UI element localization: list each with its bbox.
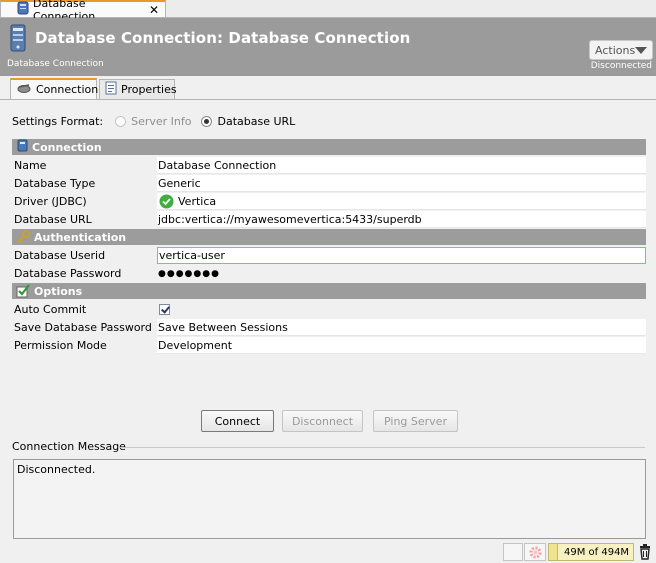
name-label: Name xyxy=(14,159,47,172)
connection-message-box[interactable]: Disconnected. xyxy=(13,459,646,539)
memory-indicator[interactable]: 49M of 494M xyxy=(548,543,634,561)
auto-commit-checkbox[interactable] xyxy=(159,304,170,315)
permission-mode-select[interactable]: Development xyxy=(157,337,646,354)
actions-dropdown[interactable]: Actions xyxy=(589,40,653,60)
save-password-value: Save Between Sessions xyxy=(158,320,288,334)
memory-bar xyxy=(549,544,558,560)
auto-commit-row xyxy=(157,301,646,318)
options-section-title: Options xyxy=(34,284,83,298)
permission-mode-value: Development xyxy=(158,338,233,352)
connection-status: Disconnected xyxy=(590,61,652,71)
check-circle-icon xyxy=(159,194,174,209)
authentication-section-header: Authentication xyxy=(12,229,646,245)
driver-field[interactable]: Vertica xyxy=(157,193,646,210)
save-password-select[interactable]: Save Between Sessions xyxy=(157,319,646,336)
userid-label: Database Userid xyxy=(14,249,106,262)
auto-commit-label: Auto Commit xyxy=(14,303,87,316)
properties-icon xyxy=(105,81,117,98)
connection-message-text: Disconnected. xyxy=(17,463,96,476)
status-indicator xyxy=(503,543,523,561)
server-info-label: Server Info xyxy=(131,115,192,128)
database-type-label: Database Type xyxy=(14,177,96,190)
divider xyxy=(118,447,645,448)
settings-format-row: Settings Format: Server Info Database UR… xyxy=(12,115,295,128)
actions-label: Actions xyxy=(595,43,636,57)
database-url-radio[interactable] xyxy=(201,116,213,127)
chevron-down-icon xyxy=(635,46,648,54)
ping-server-button[interactable]: Ping Server xyxy=(373,410,458,432)
name-value: Database Connection xyxy=(158,158,277,172)
connection-message-title: Connection Message xyxy=(12,440,126,453)
memory-text: 49M of 494M xyxy=(564,546,630,558)
disconnect-button[interactable]: Disconnect xyxy=(282,410,363,432)
trash-icon[interactable] xyxy=(638,544,652,563)
database-type-field[interactable]: Generic xyxy=(157,175,646,192)
tab-properties-label: Properties xyxy=(121,83,177,96)
connection-icon xyxy=(16,82,32,97)
settings-format-label: Settings Format: xyxy=(12,115,104,128)
database-icon xyxy=(17,139,28,155)
userid-value: vertica-user xyxy=(159,249,225,262)
database-url-field[interactable]: jdbc:vertica://myawesomevertica:5433/sup… xyxy=(157,211,646,228)
save-password-label: Save Database Password xyxy=(14,321,152,334)
header-subtitle: Database Connection xyxy=(7,59,104,69)
password-input[interactable]: ●●●●●●● xyxy=(157,265,646,282)
page-title: Database Connection: Database Connection xyxy=(35,29,411,47)
tab-connection[interactable]: Connection xyxy=(10,78,99,99)
status-gear[interactable] xyxy=(524,543,546,561)
database-type-value: Generic xyxy=(158,176,201,190)
name-field[interactable]: Database Connection xyxy=(157,157,646,174)
driver-label: Driver (JDBC) xyxy=(14,195,87,208)
gear-icon xyxy=(528,545,543,563)
userid-input[interactable]: vertica-user xyxy=(157,247,646,264)
key-icon xyxy=(16,230,30,244)
database-server-icon xyxy=(8,24,28,55)
connect-button[interactable]: Connect xyxy=(201,410,274,432)
options-section-header: Options xyxy=(12,283,646,299)
database-icon xyxy=(17,1,29,18)
authentication-section-title: Authentication xyxy=(34,230,127,244)
tab-properties[interactable]: Properties xyxy=(99,79,177,99)
connection-section-header: Connection xyxy=(12,139,646,155)
document-tab[interactable]: Database Connection ✕ xyxy=(0,0,166,23)
password-value: ●●●●●●● xyxy=(158,268,220,279)
connection-section-title: Connection xyxy=(32,140,102,154)
editor-header: Database Connection: Database Connection… xyxy=(0,18,656,76)
database-url-value: jdbc:vertica://myawesomevertica:5433/sup… xyxy=(158,212,422,226)
driver-value: Vertica xyxy=(178,194,217,208)
database-url-label: Database URL xyxy=(14,213,92,226)
tab-connection-label: Connection xyxy=(36,83,99,96)
checkmark-icon xyxy=(16,284,30,298)
close-icon[interactable]: ✕ xyxy=(149,3,159,17)
password-label: Database Password xyxy=(14,267,122,280)
database-url-option-label: Database URL xyxy=(217,115,296,128)
permission-mode-label: Permission Mode xyxy=(14,339,107,352)
server-info-radio[interactable] xyxy=(115,116,127,127)
